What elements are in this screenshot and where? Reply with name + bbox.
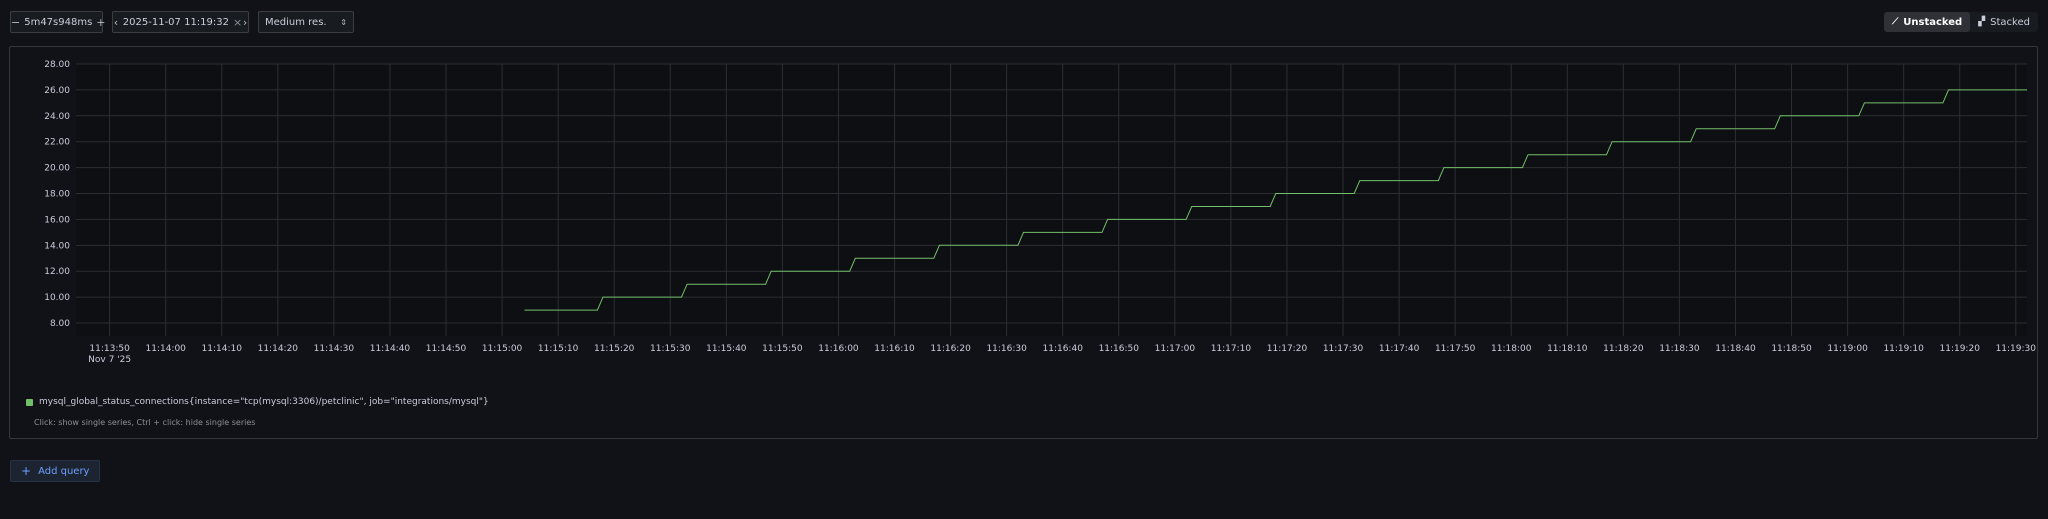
x-tick-label: 11:18:50: [1771, 344, 1812, 354]
time-series-chart[interactable]: 8.00 10.00 12.00 14.00 16.00 18.00 20.00 22.00 2…: [10, 47, 2037, 438]
x-tick-label: 11:13:50: [89, 344, 130, 354]
y-tick-label: 26.00: [44, 86, 70, 96]
y-tick-label: 16.00: [44, 215, 70, 225]
stacking-toggle: ⟋ Unstacked ▞ Stacked: [1883, 12, 2038, 32]
y-tick-label: 14.00: [44, 241, 70, 251]
x-tick-label: 11:17:10: [1211, 344, 1252, 354]
stacked-option[interactable]: ▞ Stacked: [1970, 12, 2038, 32]
x-tick-label: 11:16:50: [1099, 344, 1140, 354]
x-tick-label: 11:16:40: [1043, 344, 1084, 354]
legend-series-name: mysql_global_status_connections{instance…: [39, 397, 489, 407]
y-tick-label: 12.00: [44, 267, 70, 277]
graph-panel: 8.00 10.00 12.00 14.00 16.00 18.00 20.00 22.00 2…: [9, 46, 2038, 439]
x-tick-label: 11:15:50: [762, 344, 803, 354]
x-axis: 11:13:50 11:14:00 11:14:10 11:14:20 11:14:30…: [89, 344, 2036, 354]
resolution-value: Medium res.: [265, 16, 327, 28]
y-axis: 8.00 10.00 12.00 14.00 16.00 18.00 20.00 22.00 2…: [44, 60, 70, 329]
x-tick-label: 11:17:00: [1155, 344, 1196, 354]
x-tick-label: 11:15:30: [650, 344, 691, 354]
x-date-label: Nov 7 '25: [88, 355, 131, 365]
unstacked-option[interactable]: ⟋ Unstacked: [1883, 12, 1971, 32]
x-tick-label: 11:18:10: [1547, 344, 1588, 354]
legend[interactable]: mysql_global_status_connections{instance…: [26, 397, 489, 407]
x-tick-label: 11:15:10: [538, 344, 579, 354]
y-tick-label: 24.00: [44, 112, 70, 122]
x-tick-label: 11:17:50: [1435, 344, 1476, 354]
x-tick-label: 11:15:00: [482, 344, 523, 354]
x-tick-label: 11:17:40: [1379, 344, 1420, 354]
area-chart-icon: ▞: [1978, 17, 1986, 27]
legend-swatch: [26, 398, 33, 406]
x-tick-label: 11:14:40: [370, 344, 411, 354]
x-tick-label: 11:15:20: [594, 344, 635, 354]
line-chart-icon: ⟋: [1891, 17, 1899, 27]
plus-icon[interactable]: +: [96, 16, 105, 29]
x-tick-label: 11:19:30: [1996, 344, 2037, 354]
x-tick-label: 11:18:20: [1603, 344, 1644, 354]
y-tick-label: 20.00: [44, 164, 70, 174]
x-tick-label: 11:18:40: [1715, 344, 1756, 354]
x-tick-label: 11:14:20: [258, 344, 299, 354]
y-tick-label: 28.00: [44, 60, 70, 70]
x-tick-label: 11:18:30: [1659, 344, 1700, 354]
chevron-right-icon[interactable]: ›: [242, 16, 248, 29]
minus-icon[interactable]: −: [11, 16, 20, 29]
x-tick-label: 11:16:30: [986, 344, 1027, 354]
close-icon[interactable]: ×: [233, 16, 242, 29]
time-control: ‹ 2025-11-07 11:19:32 × ›: [112, 11, 249, 33]
add-query-button[interactable]: + Add query: [10, 460, 101, 482]
x-tick-label: 11:19:10: [1883, 344, 1924, 354]
y-tick-label: 8.00: [50, 319, 70, 329]
x-tick-label: 11:19:00: [1827, 344, 1868, 354]
resolution-select[interactable]: Medium res. ⇕: [258, 11, 354, 33]
x-tick-label: 11:15:40: [706, 344, 747, 354]
x-tick-label: 11:16:10: [874, 344, 915, 354]
x-tick-label: 11:18:00: [1491, 344, 1532, 354]
time-value[interactable]: 2025-11-07 11:19:32: [119, 17, 233, 28]
step-control: − 5m47s948ms +: [10, 11, 106, 33]
x-tick-label: 11:17:30: [1323, 344, 1364, 354]
chevron-updown-icon: ⇕: [340, 17, 347, 27]
x-tick-label: 11:17:20: [1267, 344, 1308, 354]
x-tick-label: 11:16:20: [930, 344, 971, 354]
x-tick-label: 11:16:00: [818, 344, 859, 354]
x-tick-label: 11:14:00: [145, 344, 186, 354]
x-tick-label: 11:14:30: [314, 344, 355, 354]
legend-hint: Click: show single series, Ctrl + click:…: [34, 418, 256, 427]
x-tick-label: 11:14:50: [426, 344, 467, 354]
x-tick-label: 11:19:20: [1940, 344, 1981, 354]
y-tick-label: 18.00: [44, 190, 70, 200]
query-toolbar: − 5m47s948ms + ‹ 2025-11-07 11:19:32 × ›…: [10, 11, 2038, 33]
x-tick-label: 11:14:10: [202, 344, 243, 354]
y-tick-label: 10.00: [44, 293, 70, 303]
plot-area: [76, 64, 2027, 336]
y-tick-label: 22.00: [44, 138, 70, 148]
plus-icon: +: [21, 464, 32, 478]
step-value[interactable]: 5m47s948ms: [20, 17, 96, 28]
